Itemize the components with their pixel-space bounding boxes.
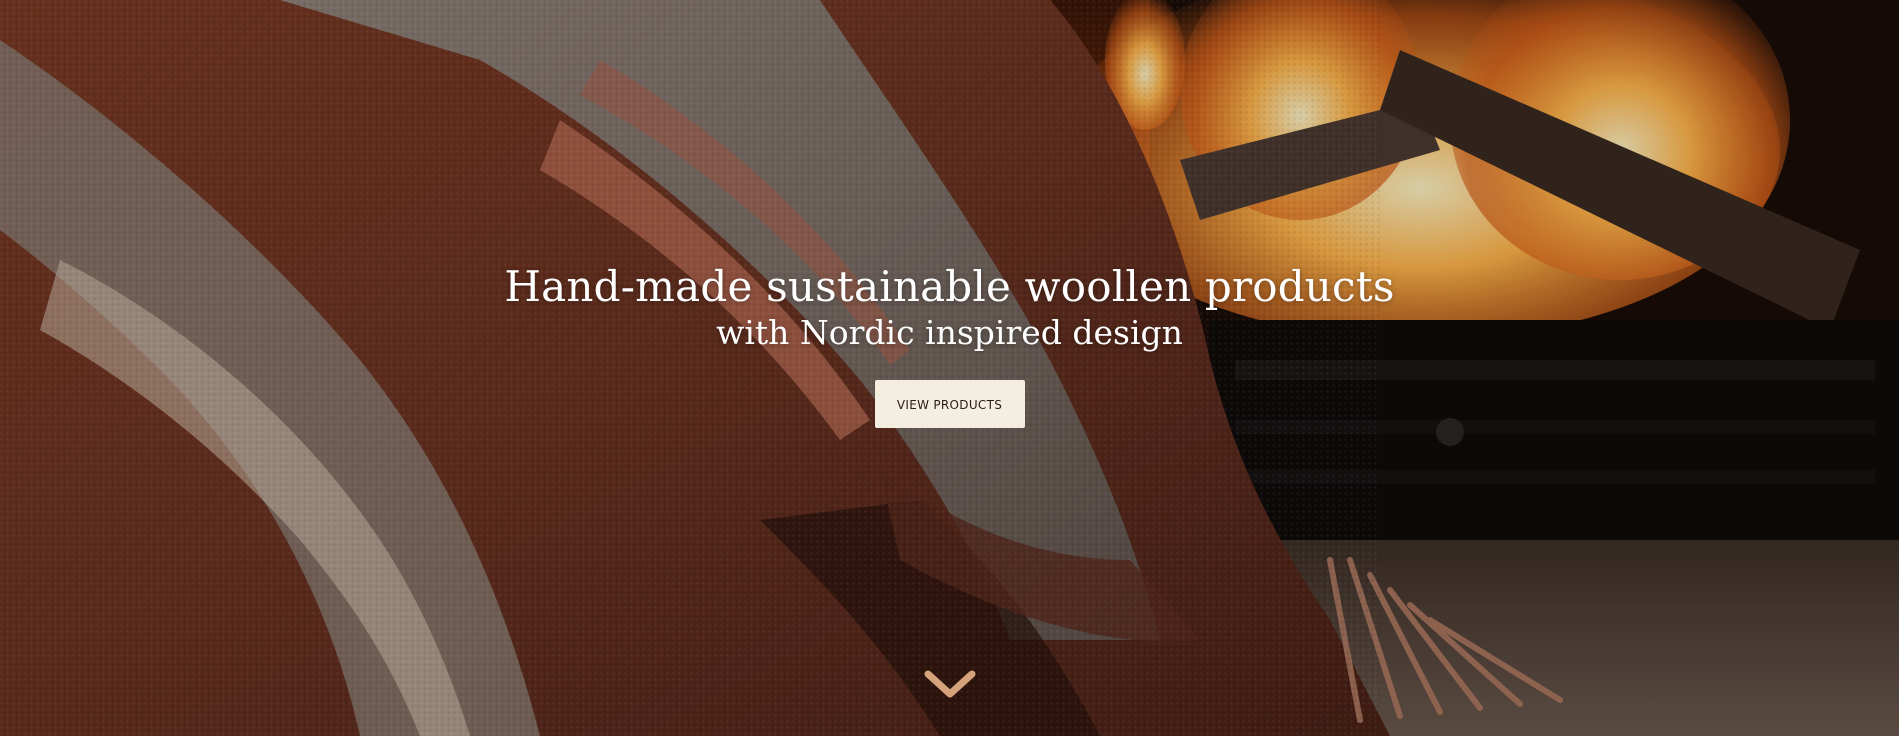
chevron-down-icon [924,670,976,698]
scroll-down-button[interactable] [922,666,978,702]
view-products-button[interactable]: VIEW PRODUCTS [874,380,1025,428]
hero-section: Hand-made sustainable woollen products w… [0,0,1899,736]
hero-content: Hand-made sustainable woollen products w… [0,262,1899,428]
hero-subtitle: with Nordic inspired design [716,313,1183,352]
hero-title: Hand-made sustainable woollen products [504,262,1395,311]
